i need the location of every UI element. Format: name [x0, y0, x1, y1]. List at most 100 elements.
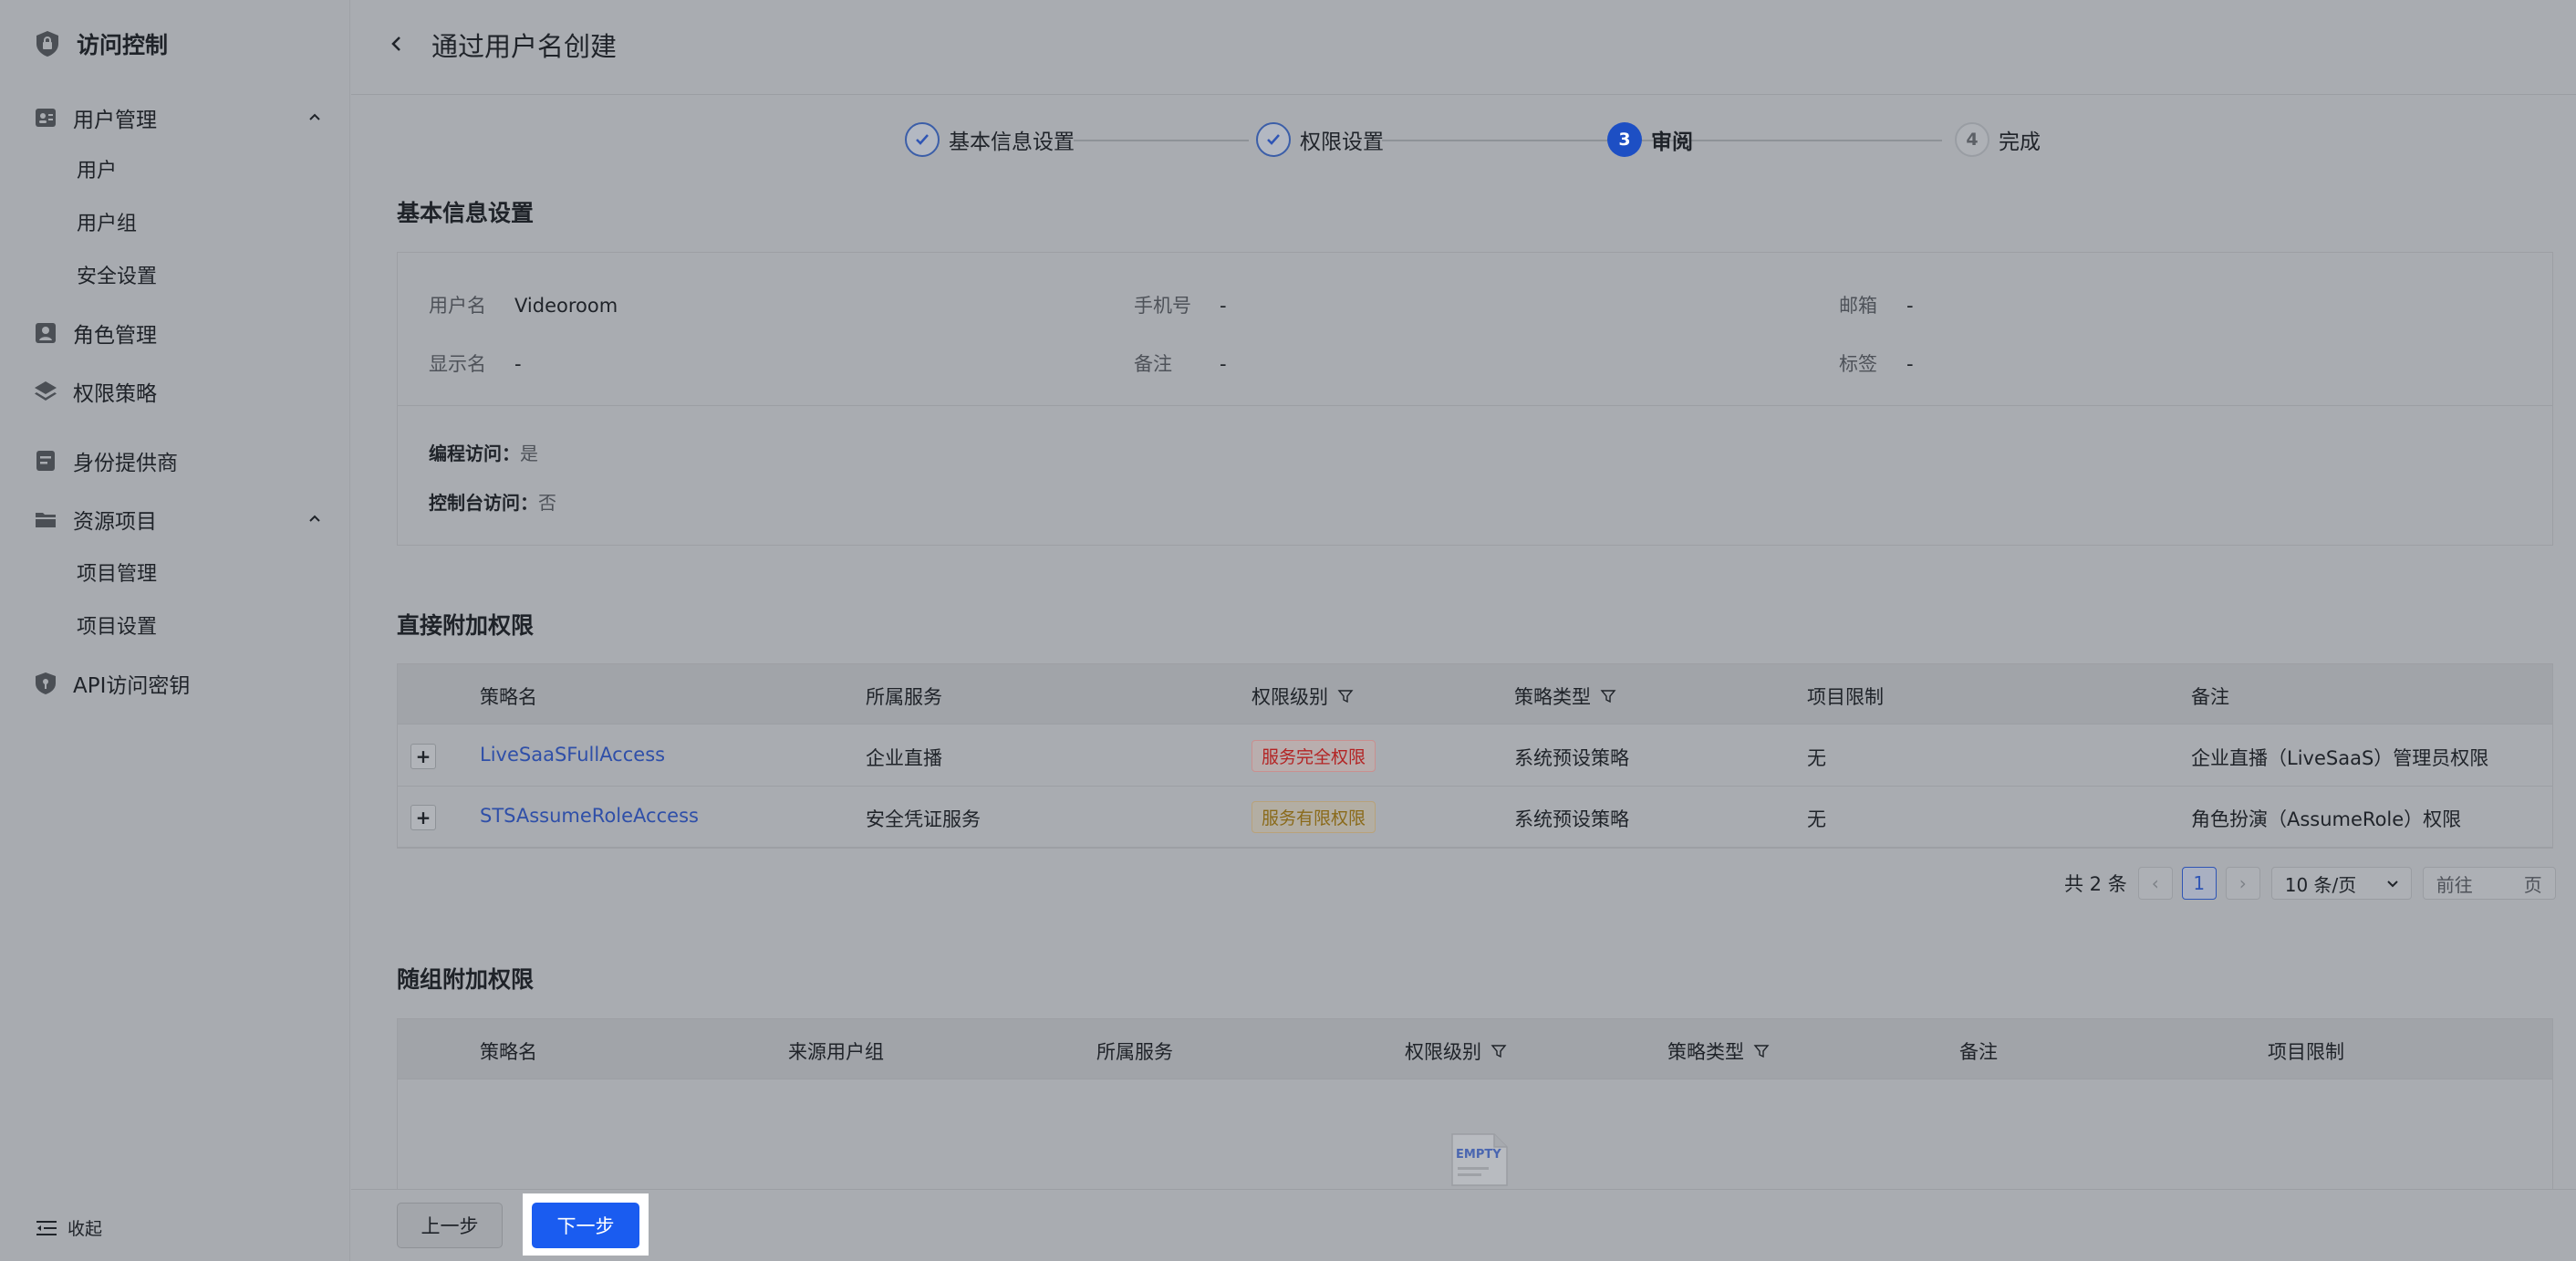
- sidebar-item-api-keys[interactable]: API访问密钥: [33, 663, 325, 703]
- col-level: 权限级别: [1405, 1037, 1507, 1065]
- policy-link[interactable]: LiveSaaSFullAccess: [480, 744, 665, 766]
- console-access: 控制台访问：否: [429, 492, 556, 514]
- filter-icon[interactable]: [1337, 688, 1354, 704]
- service-cell: 企业直播: [866, 747, 942, 769]
- total-count: 共 2 条: [2064, 873, 2127, 895]
- group-permissions-table: 策略名 来源用户组 所属服务 权限级别 策略类型 备注 项目限制 EMPTY: [397, 1018, 2553, 1190]
- empty-state-text: EMPTY: [1456, 1148, 1501, 1162]
- sidebar-item-identity-provider[interactable]: 身份提供商: [33, 441, 325, 481]
- filter-icon[interactable]: [1600, 688, 1616, 704]
- type-cell: 系统预设策略: [1514, 747, 1629, 769]
- filter-icon[interactable]: [1753, 1043, 1770, 1059]
- next-step-highlight: 下一步: [523, 1193, 649, 1256]
- step-label: 完成: [1999, 130, 2041, 154]
- sidebar-item-security-settings[interactable]: 安全设置: [77, 259, 157, 296]
- divider: [398, 405, 2552, 406]
- page-size-select[interactable]: 10 条/页: [2270, 867, 2412, 900]
- field-email: 邮箱 -: [1839, 295, 1914, 317]
- collapse-sidebar-button[interactable]: 收起: [36, 1215, 102, 1240]
- filter-icon[interactable]: [1491, 1043, 1507, 1059]
- page-header: 通过用户名创建: [351, 0, 2576, 95]
- prev-step-button[interactable]: 上一步: [397, 1203, 503, 1248]
- project-cell: 无: [1807, 747, 1826, 769]
- stepper: 基本信息设置 权限设置 3 审阅 4 完成: [351, 119, 2576, 164]
- expand-row-button[interactable]: +: [410, 805, 436, 830]
- field-remark: 备注 -: [1134, 353, 1227, 375]
- programmatic-access: 编程访问：是: [429, 443, 538, 464]
- col-remark: 备注: [1959, 1041, 1998, 1063]
- step-permissions: 权限设置: [1256, 122, 1384, 157]
- sidebar-item-resource-projects[interactable]: 资源项目: [33, 499, 325, 539]
- col-source-group: 来源用户组: [788, 1041, 884, 1063]
- footer-bar: 上一步 下一步: [351, 1189, 2576, 1261]
- table-header: 策略名 来源用户组 所属服务 权限级别 策略类型 备注 项目限制: [398, 1019, 2552, 1079]
- step-complete: 4 完成: [1955, 122, 2041, 157]
- table-row: + LiveSaaSFullAccess 企业直播 服务完全权限 系统预设策略 …: [398, 725, 2552, 787]
- type-cell: 系统预设策略: [1514, 808, 1629, 830]
- step-connector: [1074, 140, 1249, 141]
- user-card-icon: [36, 109, 56, 127]
- field-tags: 标签 -: [1839, 353, 1914, 375]
- goto-page-input[interactable]: 前往 页: [2422, 867, 2556, 900]
- sidebar: 访问控制 用户管理 用户 用户组 安全设置 角色管理 权限策略 身份提供商 资源…: [0, 0, 350, 1261]
- sidebar-item-user-management[interactable]: 用户管理: [33, 98, 325, 138]
- key-shield-icon: [36, 672, 56, 694]
- level-tag: 服务有限权限: [1252, 801, 1376, 833]
- sidebar-item-policies[interactable]: 权限策略: [33, 371, 325, 412]
- col-policy-name: 策略名: [480, 1041, 537, 1063]
- brand: 访问控制: [33, 26, 168, 62]
- sidebar-item-project-management[interactable]: 项目管理: [77, 557, 157, 593]
- folder-icon: [36, 513, 56, 527]
- service-cell: 安全凭证服务: [866, 808, 981, 830]
- page-1-button[interactable]: 1: [2181, 867, 2217, 900]
- direct-permissions-table: 策略名 所属服务 权限级别 策略类型 项目限制 备注 + LiveSaaSFul…: [397, 663, 2553, 849]
- app-root: 访问控制 用户管理 用户 用户组 安全设置 角色管理 权限策略 身份提供商 资源…: [0, 0, 2576, 1261]
- back-arrow-icon[interactable]: [384, 31, 410, 57]
- chevron-up-icon[interactable]: [305, 508, 325, 528]
- policy-link[interactable]: STSAssumeRoleAccess: [480, 805, 699, 827]
- table-row: + STSAssumeRoleAccess 安全凭证服务 服务有限权限 系统预设…: [398, 787, 2552, 848]
- id-provider-icon: [36, 451, 55, 471]
- check-icon: [1256, 122, 1291, 157]
- level-tag: 服务完全权限: [1252, 740, 1376, 772]
- pagination: 共 2 条 ‹ 1 › 10 条/页 前往 页: [2064, 865, 2556, 901]
- sidebar-item-users[interactable]: 用户: [77, 153, 117, 190]
- next-step-button[interactable]: 下一步: [532, 1203, 639, 1248]
- col-remark: 备注: [2191, 686, 2229, 708]
- sidebar-item-label: 资源项目: [73, 510, 157, 534]
- col-level: 权限级别: [1252, 683, 1354, 710]
- next-page-button[interactable]: ›: [2225, 867, 2260, 900]
- basic-info-title: 基本信息设置: [397, 200, 535, 226]
- field-username: 用户名 Videoroom: [429, 295, 618, 317]
- step-number: 4: [1955, 122, 1989, 157]
- remark-cell: 企业直播（LiveSaaS）管理员权限: [2191, 747, 2489, 769]
- shield-lock-icon: [36, 31, 58, 57]
- col-type: 策略类型: [1514, 683, 1616, 710]
- remark-cell: 角色扮演（AssumeRole）权限: [2191, 808, 2462, 830]
- sidebar-item-label: API访问密钥: [73, 674, 191, 698]
- sidebar-item-project-settings[interactable]: 项目设置: [77, 610, 157, 646]
- direct-permissions-title: 直接附加权限: [397, 612, 535, 639]
- check-icon: [905, 122, 940, 157]
- col-type: 策略类型: [1667, 1037, 1770, 1065]
- collapse-icon: [36, 1220, 57, 1235]
- col-policy-name: 策略名: [480, 686, 537, 708]
- sidebar-item-label: 身份提供商: [73, 452, 178, 475]
- sidebar-item-label: 权限策略: [73, 382, 157, 406]
- sidebar-item-user-groups[interactable]: 用户组: [77, 206, 137, 243]
- step-number: 3: [1607, 122, 1642, 157]
- field-phone: 手机号 -: [1134, 295, 1227, 317]
- sidebar-item-role-management[interactable]: 角色管理: [33, 313, 325, 353]
- empty-state-icon: EMPTY: [1451, 1133, 1508, 1186]
- field-display-name: 显示名 -: [429, 353, 522, 375]
- step-review: 3 审阅: [1607, 122, 1693, 157]
- expand-row-button[interactable]: +: [410, 744, 436, 769]
- basic-info-panel: 用户名 Videoroom 手机号 - 邮箱 - 显示名 - 备注 - 标签 - 编程访问：…: [397, 252, 2553, 546]
- sidebar-item-label: 角色管理: [73, 324, 157, 348]
- brand-title: 访问控制: [77, 32, 169, 58]
- chevron-up-icon[interactable]: [305, 107, 325, 127]
- step-label: 基本信息设置: [949, 130, 1075, 154]
- col-service: 所属服务: [1096, 1041, 1173, 1063]
- step-label: 审阅: [1651, 130, 1693, 154]
- prev-page-button[interactable]: ‹: [2137, 867, 2173, 900]
